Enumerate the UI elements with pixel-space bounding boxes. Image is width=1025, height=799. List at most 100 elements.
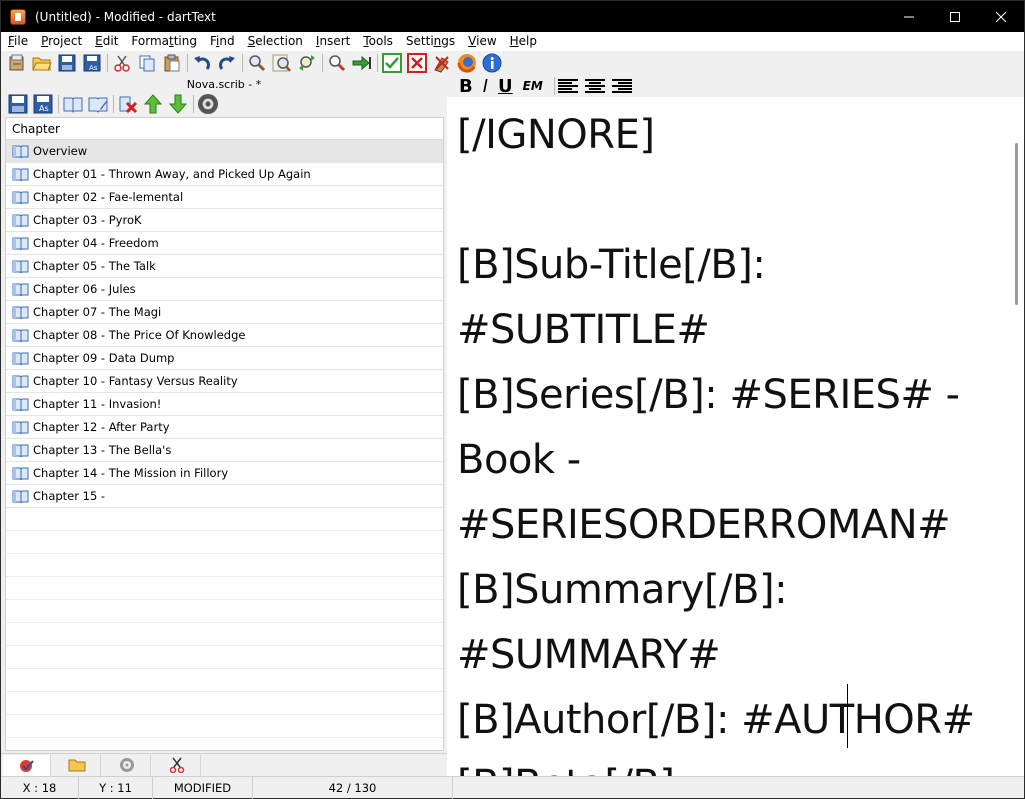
zoom-icon[interactable] xyxy=(326,52,348,74)
find-icon[interactable] xyxy=(246,52,268,74)
go-to-icon[interactable] xyxy=(351,52,373,74)
project-panel: Nova.scrib - * As Chapter Overview Chapte… xyxy=(1,75,447,753)
open-book-icon[interactable] xyxy=(62,93,84,115)
list-item[interactable]: Overview xyxy=(6,140,443,163)
save-icon[interactable] xyxy=(7,93,29,115)
book-icon xyxy=(12,282,29,297)
list-item[interactable]: Chapter 10 - Fantasy Versus Reality xyxy=(6,370,443,393)
list-item[interactable]: Chapter 14 - The Mission in Fillory xyxy=(6,462,443,485)
editor-content[interactable]: [/IGNORE] [B]Sub-Title[/B]: #SUBTITLE# [… xyxy=(457,103,1007,776)
text-editor[interactable]: [/IGNORE] [B]Sub-Title[/B]: #SUBTITLE# [… xyxy=(447,97,1009,776)
save-icon[interactable] xyxy=(56,52,78,74)
save-as-icon[interactable]: As xyxy=(81,52,103,74)
text-caret xyxy=(847,684,848,748)
list-item[interactable]: Chapter 04 - Freedom xyxy=(6,232,443,255)
menu-item[interactable]: File xyxy=(1,32,34,51)
close-x-icon[interactable] xyxy=(406,52,428,74)
redo-icon[interactable] xyxy=(216,52,238,74)
list-item[interactable]: Chapter 01 - Thrown Away, and Picked Up … xyxy=(6,163,443,186)
column-header-chapter[interactable]: Chapter xyxy=(6,118,443,140)
book-icon xyxy=(12,443,29,458)
paste-icon[interactable] xyxy=(161,52,183,74)
settings-gear-icon[interactable] xyxy=(197,93,219,115)
menu-item[interactable]: Tools xyxy=(356,32,399,51)
move-up-icon[interactable] xyxy=(142,93,164,115)
list-item[interactable]: Chapter 06 - Jules xyxy=(6,278,443,301)
list-item-label: Chapter 04 - Freedom xyxy=(33,236,159,250)
empty-row xyxy=(6,531,443,554)
menu-mnemonic: H xyxy=(509,34,519,48)
list-item[interactable]: Chapter 15 - xyxy=(6,485,443,508)
list-item[interactable]: Chapter 07 - The Magi xyxy=(6,301,443,324)
list-item-label: Chapter 07 - The Magi xyxy=(33,305,162,319)
empty-row xyxy=(6,554,443,577)
menu-item[interactable]: Settings xyxy=(399,32,461,51)
empty-row xyxy=(6,600,443,623)
book-icon xyxy=(12,351,29,366)
menu-item[interactable]: Edit xyxy=(88,32,124,51)
align-center-icon[interactable] xyxy=(584,77,605,95)
menu-item[interactable]: Selection xyxy=(241,32,309,51)
menu-mnemonic: E xyxy=(95,34,103,48)
info-icon[interactable] xyxy=(481,52,503,74)
cut-icon[interactable] xyxy=(111,52,133,74)
status-bar: X : 18 Y : 11 MODIFIED 42 / 130 xyxy=(1,776,1024,799)
list-item-label: Chapter 15 - xyxy=(33,489,106,503)
editor-scrollbar[interactable] xyxy=(1009,97,1024,776)
menu-item[interactable]: View xyxy=(461,32,502,51)
list-item-label: Chapter 01 - Thrown Away, and Picked Up … xyxy=(33,167,311,181)
check-icon[interactable] xyxy=(381,52,403,74)
maximize-button[interactable] xyxy=(932,1,978,32)
edit-book-icon[interactable] xyxy=(87,93,109,115)
menu-item[interactable]: Find xyxy=(203,32,241,51)
menu-item[interactable]: Project xyxy=(34,32,88,51)
emphasis-button[interactable]: EM xyxy=(523,79,543,93)
copy-icon[interactable] xyxy=(136,52,158,74)
menu-label-part: Forma xyxy=(131,34,169,48)
tab-files[interactable] xyxy=(53,754,101,776)
align-right-icon[interactable] xyxy=(611,77,632,95)
list-item-label: Chapter 13 - The Bella's xyxy=(33,443,172,457)
save-as-icon[interactable]: As xyxy=(32,93,54,115)
italic-button[interactable]: I xyxy=(483,76,488,97)
tab-settings[interactable] xyxy=(103,754,151,776)
title-bar: (Untitled) - Modified - dartText xyxy=(1,1,1024,32)
list-item[interactable]: Chapter 12 - After Party xyxy=(6,416,443,439)
list-item[interactable]: Chapter 13 - The Bella's xyxy=(6,439,443,462)
close-button[interactable] xyxy=(978,1,1024,32)
window-controls xyxy=(886,1,1024,32)
list-item[interactable]: Chapter 02 - Fae-lemental xyxy=(6,186,443,209)
book-icon xyxy=(12,420,29,435)
scrollbar-thumb[interactable] xyxy=(1015,143,1018,305)
firefox-icon[interactable] xyxy=(456,52,478,74)
delete-chapter-icon[interactable] xyxy=(117,93,139,115)
new-document-icon[interactable] xyxy=(6,52,28,74)
find-next-icon[interactable] xyxy=(271,52,293,74)
menu-item[interactable]: Help xyxy=(503,32,543,51)
tab-clips[interactable] xyxy=(153,754,201,776)
list-item[interactable]: Chapter 09 - Data Dump xyxy=(6,347,443,370)
list-item[interactable]: Chapter 03 - PyroK xyxy=(6,209,443,232)
clear-icon[interactable] xyxy=(431,52,453,74)
menu-item[interactable]: Insert xyxy=(309,32,356,51)
list-item[interactable]: Chapter 05 - The Talk xyxy=(6,255,443,278)
main-toolbar: As xyxy=(1,51,1024,75)
align-left-icon[interactable] xyxy=(557,77,578,95)
status-lines: 42 / 130 xyxy=(253,776,453,799)
tab-spellcheck[interactable] xyxy=(3,754,51,776)
menu-item[interactable]: Formatting xyxy=(124,32,203,51)
replace-icon[interactable] xyxy=(296,52,318,74)
menu-label-part: Setti xyxy=(405,34,434,48)
bold-button[interactable]: B xyxy=(459,76,473,97)
underline-button[interactable]: U xyxy=(498,76,513,97)
undo-icon[interactable] xyxy=(191,52,213,74)
toolbar-separator xyxy=(242,54,243,72)
move-down-icon[interactable] xyxy=(167,93,189,115)
status-y: Y : 11 xyxy=(79,776,153,799)
list-item[interactable]: Chapter 08 - The Price Of Knowledge xyxy=(6,324,443,347)
open-folder-icon[interactable] xyxy=(31,52,53,74)
list-item[interactable]: Chapter 11 - Invasion! xyxy=(6,393,443,416)
minimize-button[interactable] xyxy=(886,1,932,32)
book-icon xyxy=(12,236,29,251)
menu-label-part: iew xyxy=(476,34,497,48)
